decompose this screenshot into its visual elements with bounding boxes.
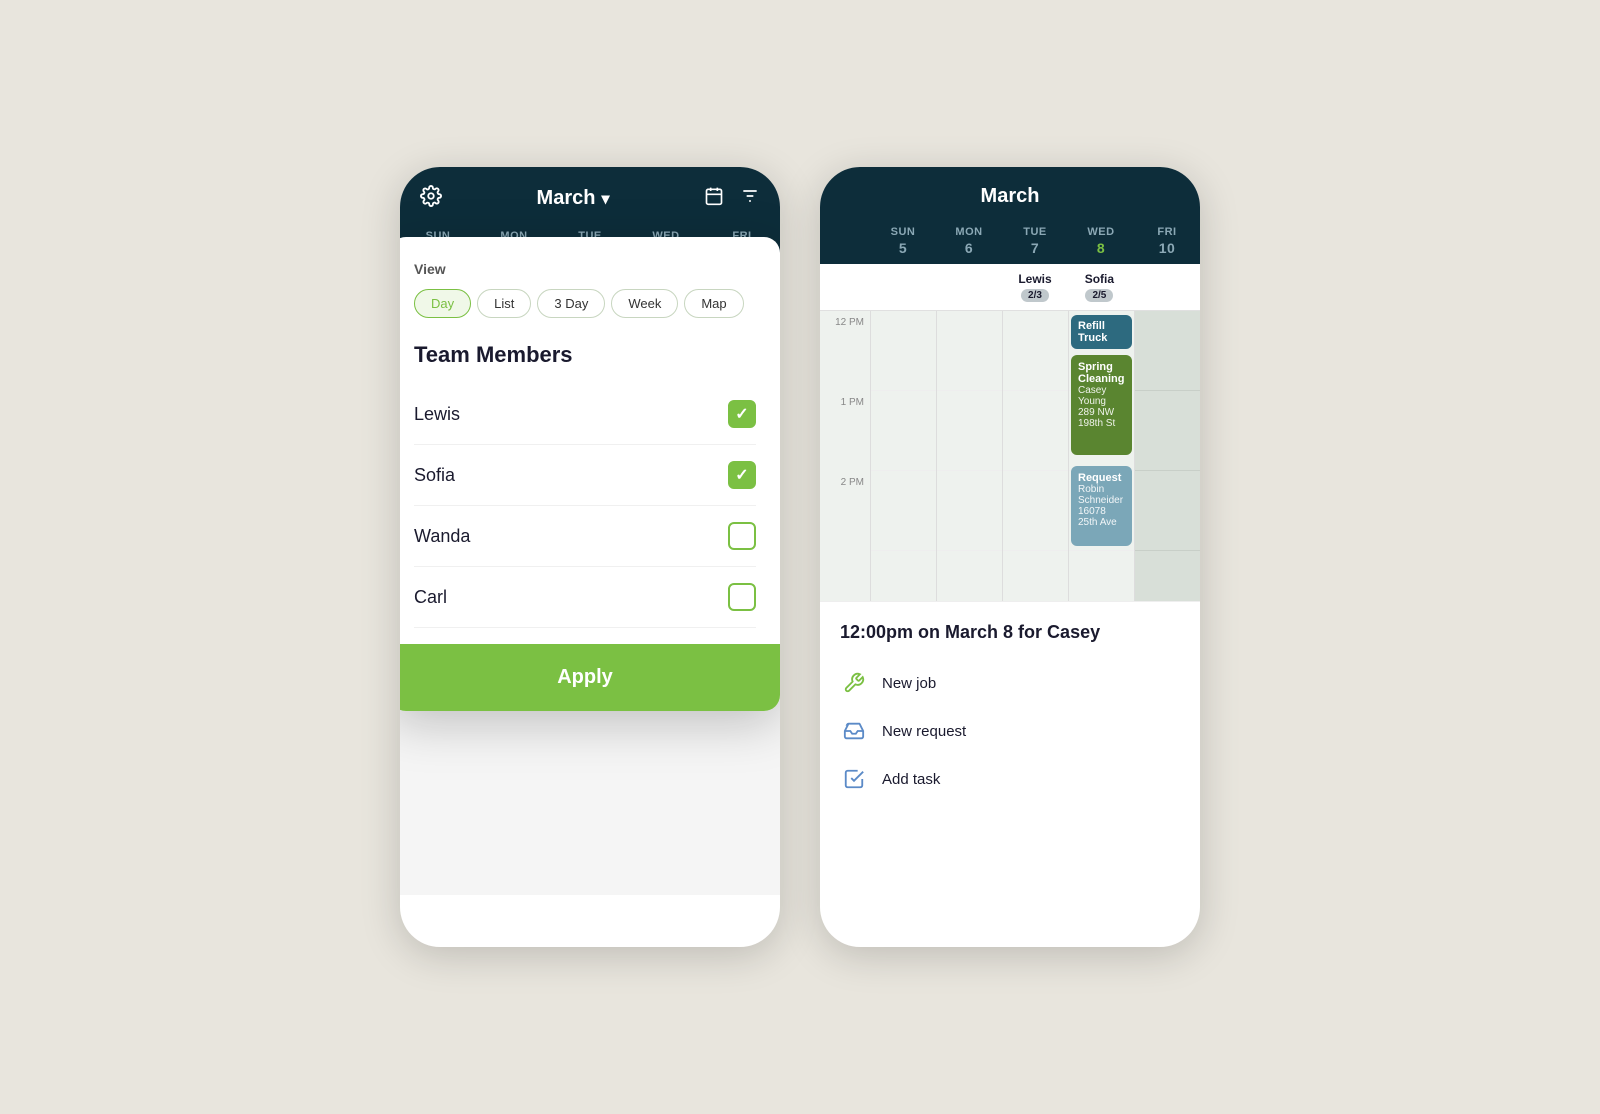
wanda-checkbox[interactable]: [728, 522, 756, 550]
inbox-icon: [840, 717, 868, 745]
add-task-item[interactable]: Add task: [840, 755, 1180, 803]
member-lewis[interactable]: Lewis ✓: [414, 384, 756, 445]
header-actions: [704, 186, 760, 211]
main-scene: March ▾: [400, 167, 1200, 947]
time-2pm: 2 PM: [820, 471, 870, 551]
wrench-icon: [840, 669, 868, 697]
action-title: 12:00pm on March 8 for Casey: [840, 622, 1180, 643]
tab-list[interactable]: List: [477, 289, 531, 318]
new-job-label: New job: [882, 675, 936, 692]
r-event-request[interactable]: Request Robin Schneider 16078 25th Ave: [1071, 466, 1132, 546]
right-cal-grid: 12 PM 1 PM 2 PM: [820, 311, 1200, 601]
left-header: March ▾: [400, 167, 780, 226]
new-job-item[interactable]: New job: [840, 659, 1180, 707]
right-week-row: SUN5 MON6 TUE7 WED8 FRI10: [820, 222, 1200, 264]
new-request-item[interactable]: New request: [840, 707, 1180, 755]
r-day-tue[interactable]: TUE7: [1002, 226, 1068, 256]
right-header: March: [820, 167, 1200, 222]
left-phone: March ▾: [400, 167, 780, 947]
r-team-lewis[interactable]: Lewis 2/3: [1003, 272, 1067, 302]
add-task-label: Add task: [882, 771, 940, 788]
view-label: View: [414, 261, 756, 277]
tab-map[interactable]: Map: [684, 289, 743, 318]
member-carl[interactable]: Carl: [414, 567, 756, 628]
new-request-label: New request: [882, 723, 966, 740]
modal-card: View Day List 3 Day Week Map Team Member…: [400, 237, 780, 711]
r-col-wed: Refill Truck Spring Cleaning Casey Young…: [1068, 311, 1134, 601]
right-header-title: March: [981, 185, 1040, 208]
right-team-row: Lewis 2/3 Sofia 2/5: [820, 264, 1200, 311]
filter-icon[interactable]: [740, 186, 760, 211]
team-members-title: Team Members: [414, 342, 756, 368]
r-col-fri: [1134, 311, 1200, 601]
r-col-tue: [1002, 311, 1068, 601]
r-col-sun: [870, 311, 936, 601]
lewis-checkbox[interactable]: ✓: [728, 400, 756, 428]
time-1pm: 1 PM: [820, 391, 870, 471]
carl-checkbox[interactable]: [728, 583, 756, 611]
tab-day[interactable]: Day: [414, 289, 471, 318]
r-col-mon: [936, 311, 1002, 601]
member-sofia[interactable]: Sofia ✓: [414, 445, 756, 506]
tab-week[interactable]: Week: [611, 289, 678, 318]
time-12pm: 12 PM: [820, 311, 870, 391]
tab-3day[interactable]: 3 Day: [537, 289, 605, 318]
sofia-checkbox[interactable]: ✓: [728, 461, 756, 489]
r-event-refill[interactable]: Refill Truck: [1071, 315, 1132, 349]
right-phone: March SUN5 MON6 TUE7 WED8 FRI10 Lewis 2/…: [820, 167, 1200, 947]
task-icon: [840, 765, 868, 793]
filter-modal: View Day List 3 Day Week Map Team Member…: [400, 237, 780, 711]
apply-button[interactable]: Apply: [400, 644, 780, 711]
r-event-spring[interactable]: Spring Cleaning Casey Young 289 NW 198th…: [1071, 355, 1132, 455]
settings-icon[interactable]: [420, 185, 442, 212]
r-team-sofia[interactable]: Sofia 2/5: [1067, 272, 1131, 302]
r-day-sun[interactable]: SUN5: [870, 226, 936, 256]
action-section: 12:00pm on March 8 for Casey New job New…: [820, 601, 1200, 827]
member-wanda[interactable]: Wanda: [414, 506, 756, 567]
calendar-icon[interactable]: [704, 186, 724, 211]
r-day-mon[interactable]: MON6: [936, 226, 1002, 256]
view-tabs: Day List 3 Day Week Map: [414, 289, 756, 318]
r-day-wed[interactable]: WED8: [1068, 226, 1134, 256]
r-day-fri[interactable]: FRI10: [1134, 226, 1200, 256]
left-header-title: March ▾: [537, 187, 610, 210]
